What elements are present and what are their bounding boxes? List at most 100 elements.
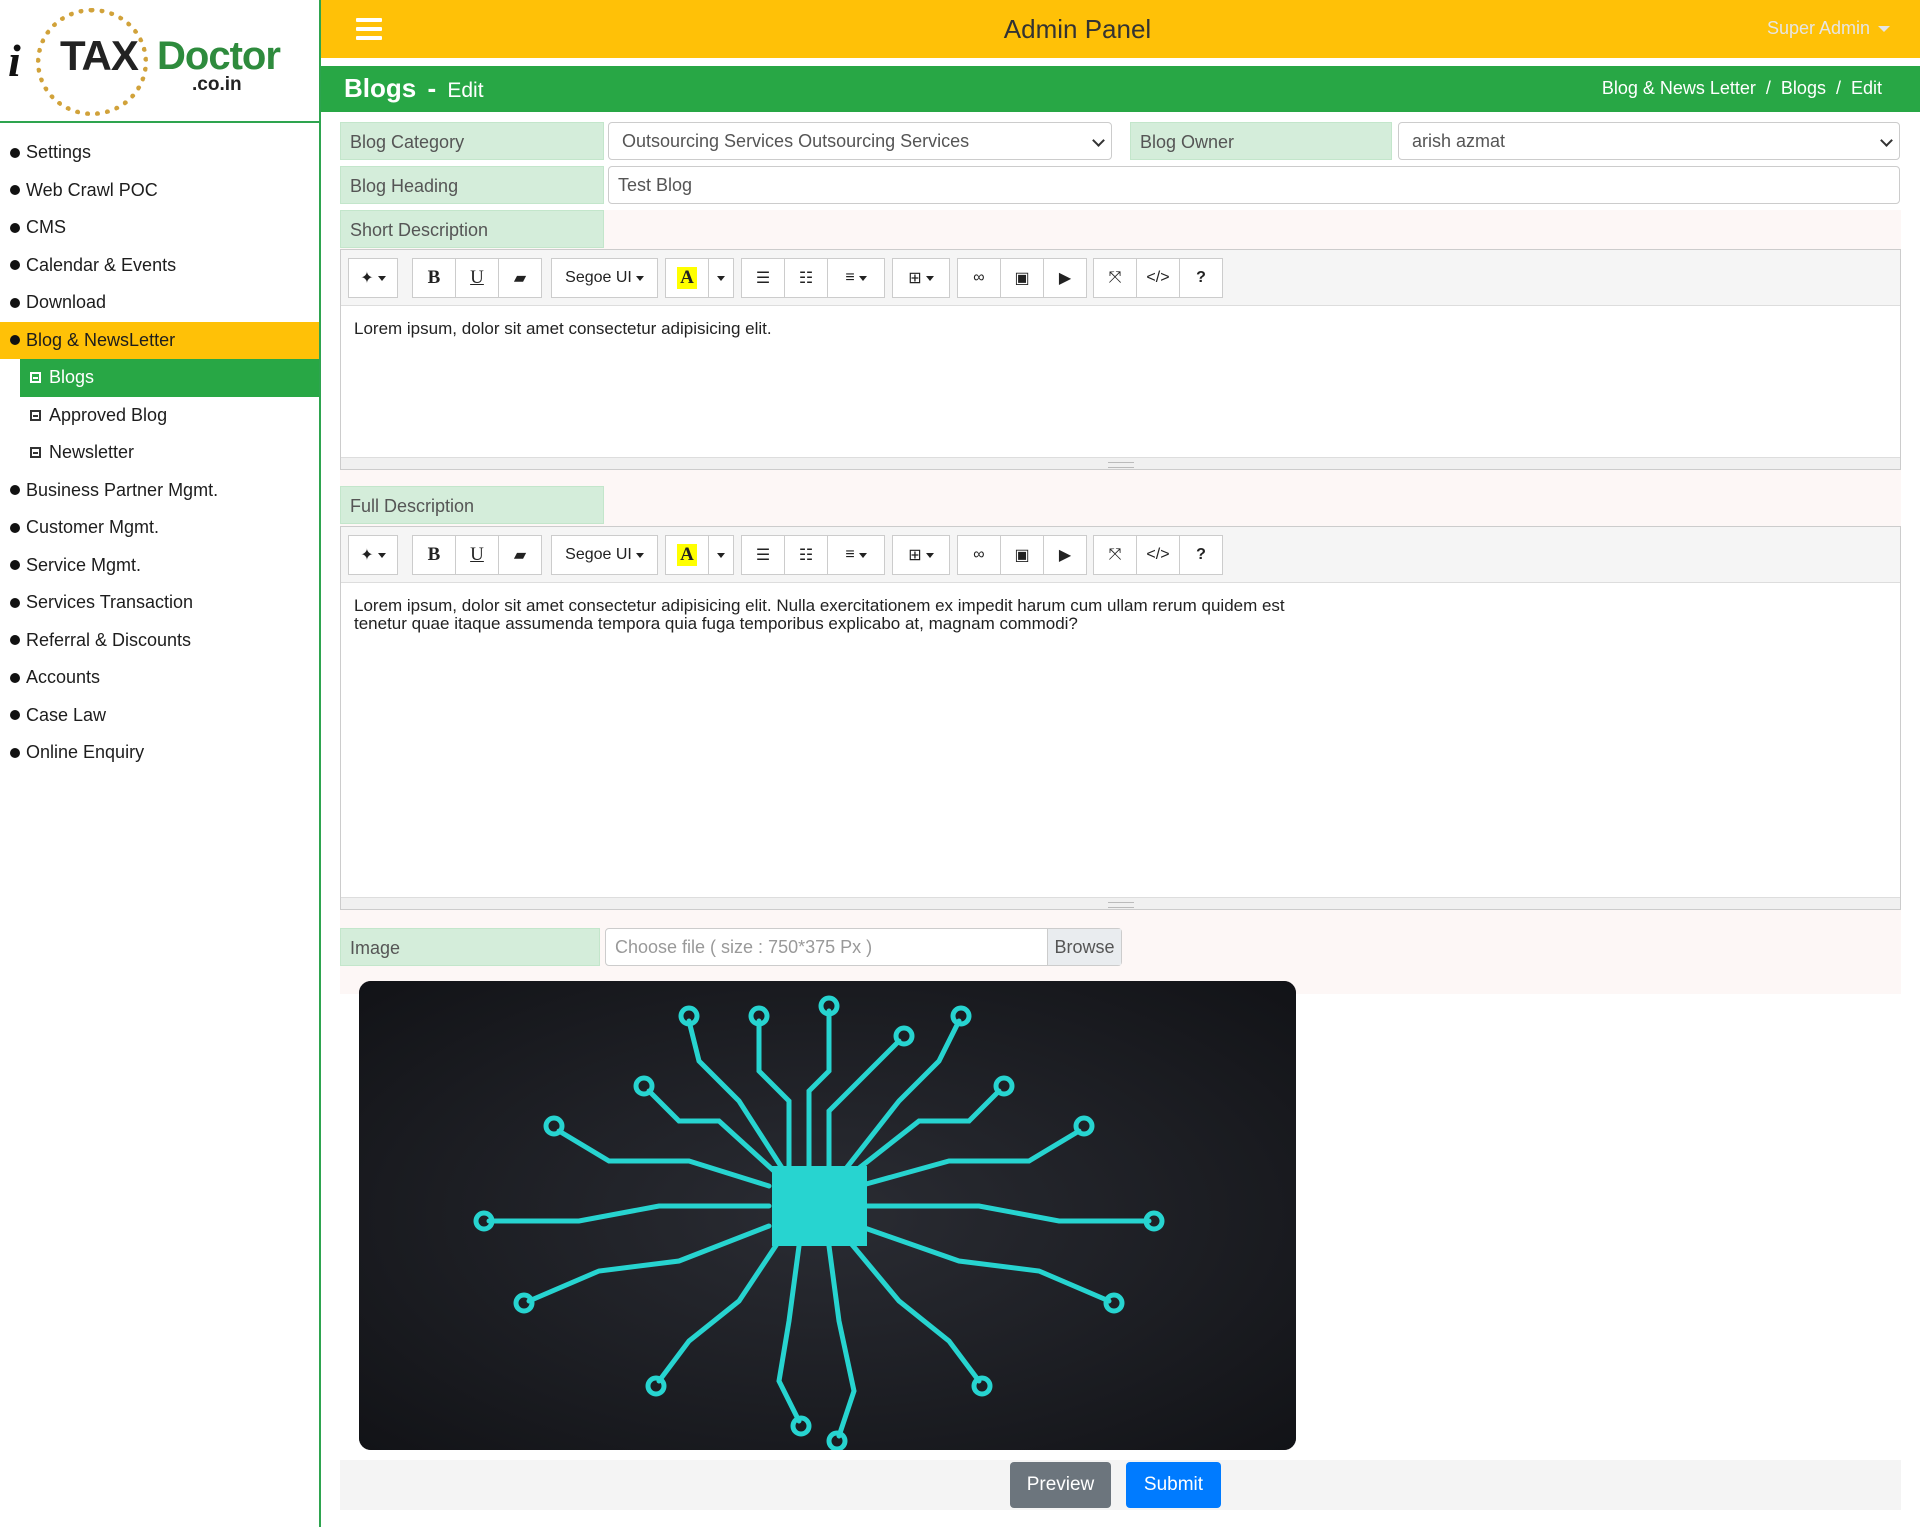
blog-category-select[interactable]: Outsourcing Services Outsourcing Service… <box>608 122 1112 160</box>
sidebar-item-services-transaction[interactable]: Services Transaction <box>0 584 319 622</box>
sidebar-item-cms[interactable]: CMS <box>0 209 319 247</box>
caret-down-icon <box>1878 25 1890 32</box>
sidebar-item-blog-newsletter[interactable]: Blog & NewsLetter <box>0 321 319 359</box>
breadcrumb-separator: / <box>1835 78 1841 98</box>
browse-button[interactable]: Browse <box>1047 929 1121 965</box>
link-icon[interactable]: ∞ <box>957 535 1001 575</box>
ordered-list-icon[interactable]: ☷ <box>784 258 828 298</box>
fullscreen-icon[interactable]: ⤧ <box>1093 258 1137 298</box>
ordered-list-icon[interactable]: ☷ <box>784 535 828 575</box>
blog-owner-select[interactable]: arish azmat <box>1398 122 1900 160</box>
align-icon[interactable]: ≡ <box>827 535 885 575</box>
bullet-icon <box>10 260 20 271</box>
blog-heading-input[interactable]: Test Blog <box>608 166 1900 204</box>
sidebar-item-settings[interactable]: Settings <box>0 134 319 172</box>
sidebar-subitem-label: Newsletter <box>49 442 135 463</box>
image-file-input[interactable]: Choose file ( size : 750*375 Px ) Browse <box>605 928 1122 966</box>
unordered-list-icon[interactable]: ☰ <box>741 535 785 575</box>
editor-resize-handle[interactable] <box>341 457 1900 469</box>
sidebar-item-online-enquiry[interactable]: Online Enquiry <box>0 734 319 772</box>
sidebar-item-accounts[interactable]: Accounts <box>0 659 319 697</box>
itaxdoctor-logo[interactable]: i TAX Doctor .co.in <box>0 0 319 123</box>
color-dropdown-icon[interactable] <box>708 258 734 298</box>
color-dropdown-icon[interactable] <box>708 535 734 575</box>
sidebar-item-business-partner[interactable]: Business Partner Mgmt. <box>0 472 319 510</box>
align-icon[interactable]: ≡ <box>827 258 885 298</box>
font-family-dropdown[interactable]: Segoe UI <box>551 258 658 298</box>
short-description-content[interactable]: Lorem ipsum, dolor sit amet consectetur … <box>341 306 1900 457</box>
sidebar-item-download[interactable]: Download <box>0 284 319 322</box>
help-icon[interactable]: ? <box>1179 258 1223 298</box>
sidebar-subitem-approved-blog[interactable]: Approved Blog <box>20 397 319 435</box>
user-dropdown[interactable]: Super Admin <box>1767 18 1890 39</box>
blog-heading-label: Blog Heading <box>340 166 604 204</box>
eraser-icon[interactable]: ▰ <box>498 535 542 575</box>
underline-icon[interactable]: U <box>455 258 499 298</box>
code-view-icon[interactable]: </> <box>1136 258 1180 298</box>
breadcrumb-blog-newsletter[interactable]: Blog & News Letter <box>1602 78 1756 99</box>
page-title-separator: - <box>427 73 437 103</box>
sidebar-item-label: CMS <box>26 217 66 238</box>
font-family-dropdown[interactable]: Segoe UI <box>551 535 658 575</box>
user-name: Super Admin <box>1766 18 1870 38</box>
fullscreen-icon[interactable]: ⤧ <box>1093 535 1137 575</box>
table-icon[interactable]: ⊞ <box>892 535 950 575</box>
editor-resize-handle[interactable] <box>341 897 1900 909</box>
font-family-value: Segoe UI <box>565 269 632 286</box>
bold-icon[interactable]: B <box>412 535 456 575</box>
sidebar-item-label: Download <box>26 292 107 313</box>
bullet-icon <box>10 485 20 496</box>
full-description-content[interactable]: Lorem ipsum, dolor sit amet consectetur … <box>341 583 1900 897</box>
video-icon[interactable]: ▶ <box>1043 258 1087 298</box>
editor-toolbar: ✦ B U ▰ Segoe UI A ☰ ☷ ≡ ⊞ ∞ ▣ ▶ ⤧ </> ? <box>341 527 1900 583</box>
picture-icon[interactable]: ▣ <box>1000 535 1044 575</box>
sidebar-item-referral-discounts[interactable]: Referral & Discounts <box>0 622 319 660</box>
page-title-bar: Blogs - Edit Blog & News Letter / Blogs … <box>321 66 1920 112</box>
breadcrumb-blogs[interactable]: Blogs <box>1781 78 1826 99</box>
image-file-placeholder: Choose file ( size : 750*375 Px ) <box>615 937 873 957</box>
full-description-line: tenetur quae itaque assumenda tempora qu… <box>354 614 1078 633</box>
sidebar-item-calendar-events[interactable]: Calendar & Events <box>0 247 319 285</box>
preview-button[interactable]: Preview <box>1010 1462 1111 1508</box>
code-view-icon[interactable]: </> <box>1136 535 1180 575</box>
sidebar-item-customer-mgmt[interactable]: Customer Mgmt. <box>0 509 319 547</box>
sidebar-item-label: Referral & Discounts <box>26 629 192 650</box>
sidebar-item-case-law[interactable]: Case Law <box>0 697 319 735</box>
video-icon[interactable]: ▶ <box>1043 535 1087 575</box>
submit-button[interactable]: Submit <box>1126 1462 1221 1508</box>
blog-image-preview <box>359 981 1296 1450</box>
sidebar-subitem-newsletter[interactable]: Newsletter <box>20 434 319 472</box>
bullet-icon <box>10 710 20 721</box>
sidebar-item-web-crawl-poc[interactable]: Web Crawl POC <box>0 172 319 210</box>
picture-icon[interactable]: ▣ <box>1000 258 1044 298</box>
list-square-icon <box>30 372 41 384</box>
chevron-down-icon <box>1092 134 1105 147</box>
table-icon[interactable]: ⊞ <box>892 258 950 298</box>
breadcrumb: Blog & News Letter / Blogs / Edit <box>1602 78 1882 99</box>
eraser-icon[interactable]: ▰ <box>498 258 542 298</box>
underline-icon[interactable]: U <box>455 535 499 575</box>
text-color-icon[interactable]: A <box>665 535 709 575</box>
sidebar-item-label: Online Enquiry <box>26 742 145 763</box>
font-family-value: Segoe UI <box>565 546 632 563</box>
sidebar-item-service-mgmt[interactable]: Service Mgmt. <box>0 547 319 585</box>
blog-category-label: Blog Category <box>340 122 604 160</box>
unordered-list-icon[interactable]: ☰ <box>741 258 785 298</box>
sidebar-subitem-label: Approved Blog <box>49 404 168 425</box>
list-square-icon <box>30 447 41 459</box>
magic-icon[interactable]: ✦ <box>348 535 398 575</box>
help-icon[interactable]: ? <box>1179 535 1223 575</box>
sidebar-item-label: Customer Mgmt. <box>26 517 160 538</box>
short-description-text: Lorem ipsum, dolor sit amet consectetur … <box>354 319 772 338</box>
link-icon[interactable]: ∞ <box>957 258 1001 298</box>
blog-owner-value: arish azmat <box>1412 131 1506 151</box>
short-description-label: Short Description <box>340 210 604 248</box>
circuit-brain-image <box>359 981 1296 1450</box>
bold-icon[interactable]: B <box>412 258 456 298</box>
sidebar-subitem-blogs[interactable]: Blogs <box>20 359 319 397</box>
text-color-icon[interactable]: A <box>665 258 709 298</box>
sidebar-item-label: Web Crawl POC <box>26 179 158 200</box>
breadcrumb-edit: Edit <box>1850 78 1882 98</box>
bullet-icon <box>10 297 20 308</box>
magic-icon[interactable]: ✦ <box>348 258 398 298</box>
